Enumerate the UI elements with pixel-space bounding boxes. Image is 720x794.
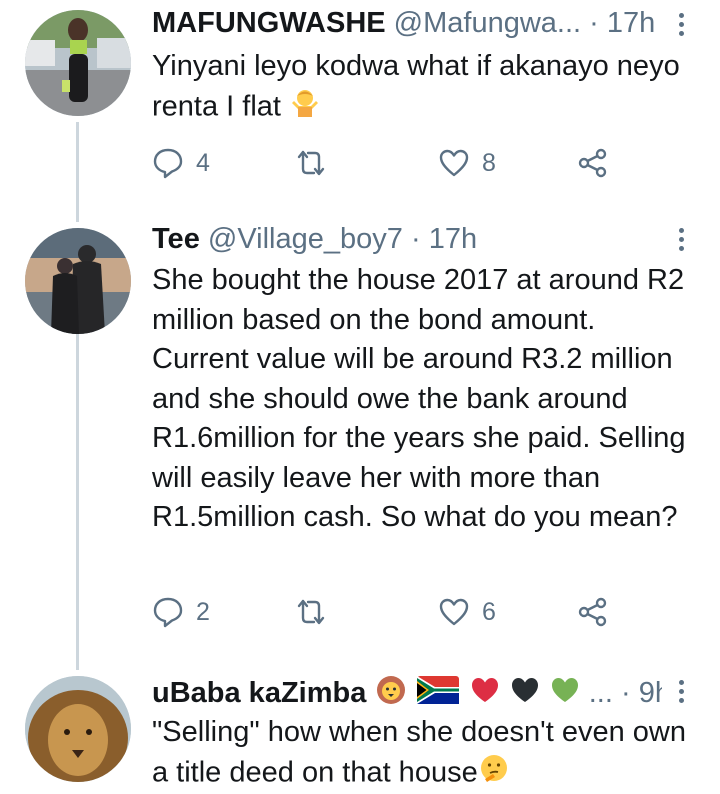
share-button[interactable] bbox=[577, 592, 609, 632]
tweet-body: "Selling" how when she doesn't even own … bbox=[152, 716, 686, 788]
green-heart-emoji bbox=[550, 676, 580, 713]
thread-line bbox=[76, 334, 79, 670]
reply-button[interactable]: 2 bbox=[152, 592, 210, 632]
reply-icon bbox=[152, 596, 184, 628]
share-button[interactable] bbox=[577, 143, 609, 183]
heart-icon bbox=[438, 596, 470, 628]
more-options-icon[interactable] bbox=[672, 6, 690, 42]
reply-count: 4 bbox=[196, 149, 210, 178]
reply-count: 2 bbox=[196, 598, 210, 627]
more-options-icon[interactable] bbox=[672, 221, 690, 257]
like-button[interactable]: 6 bbox=[438, 592, 496, 632]
red-heart-emoji bbox=[470, 676, 500, 713]
retweet-button[interactable] bbox=[295, 592, 339, 632]
user-handle[interactable]: @Mafungwa... bbox=[394, 7, 581, 39]
heart-icon bbox=[438, 147, 470, 179]
truncation-ellipsis: ... bbox=[589, 677, 613, 709]
like-count: 8 bbox=[482, 149, 496, 178]
share-icon bbox=[577, 596, 609, 628]
tweet-text: She bought the house 2017 at around R2 m… bbox=[152, 261, 698, 538]
avatar[interactable] bbox=[25, 676, 131, 782]
avatar-photo-woman-street bbox=[25, 10, 131, 116]
reply-icon bbox=[152, 147, 184, 179]
more-options-icon[interactable] bbox=[672, 673, 690, 709]
avatar-photo-lion bbox=[25, 676, 131, 782]
retweet-button[interactable] bbox=[295, 143, 339, 183]
display-name[interactable]: uBaba kaZimba bbox=[152, 677, 366, 709]
tweet-actions: 4 8 bbox=[152, 143, 698, 183]
lion-face-emoji bbox=[375, 675, 407, 714]
timestamp[interactable]: 17h bbox=[607, 7, 655, 39]
display-name[interactable]: MAFUNGWASHE bbox=[152, 7, 386, 39]
separator-dot: · bbox=[411, 223, 421, 255]
tweet-text: Yinyani leyo kodwa what if akanayo neyo … bbox=[152, 47, 698, 128]
separator-dot: · bbox=[621, 677, 631, 709]
like-count: 6 bbox=[482, 598, 496, 627]
tweet-header: uBaba kaZimba ... · 9h bbox=[152, 675, 662, 714]
south-africa-flag-emoji bbox=[417, 676, 459, 713]
timestamp[interactable]: 17h bbox=[429, 223, 477, 255]
separator-dot: · bbox=[589, 7, 599, 39]
like-button[interactable]: 8 bbox=[438, 143, 496, 183]
share-icon bbox=[577, 147, 609, 179]
avatar[interactable] bbox=[25, 228, 131, 334]
black-heart-emoji bbox=[510, 676, 540, 713]
tweet-header: MAFUNGWASHE @Mafungwa... · 17h bbox=[152, 5, 662, 41]
timestamp[interactable]: 9h bbox=[639, 677, 662, 709]
retweet-icon bbox=[295, 596, 327, 628]
avatar-photo-couple-stadium bbox=[25, 228, 131, 334]
retweet-icon bbox=[295, 147, 327, 179]
display-name[interactable]: Tee bbox=[152, 223, 200, 255]
person-shrugging-emoji bbox=[290, 87, 320, 129]
thread-line bbox=[76, 122, 79, 222]
tweet-actions: 2 6 bbox=[152, 592, 698, 632]
tweet-header: Tee @Village_boy7 · 17h bbox=[152, 221, 662, 257]
reply-button[interactable]: 4 bbox=[152, 143, 210, 183]
thinking-face-emoji bbox=[479, 753, 509, 794]
user-handle[interactable]: @Village_boy7 bbox=[208, 223, 403, 255]
avatar[interactable] bbox=[25, 10, 131, 116]
tweet-body: Yinyani leyo kodwa what if akanayo neyo … bbox=[152, 50, 680, 122]
